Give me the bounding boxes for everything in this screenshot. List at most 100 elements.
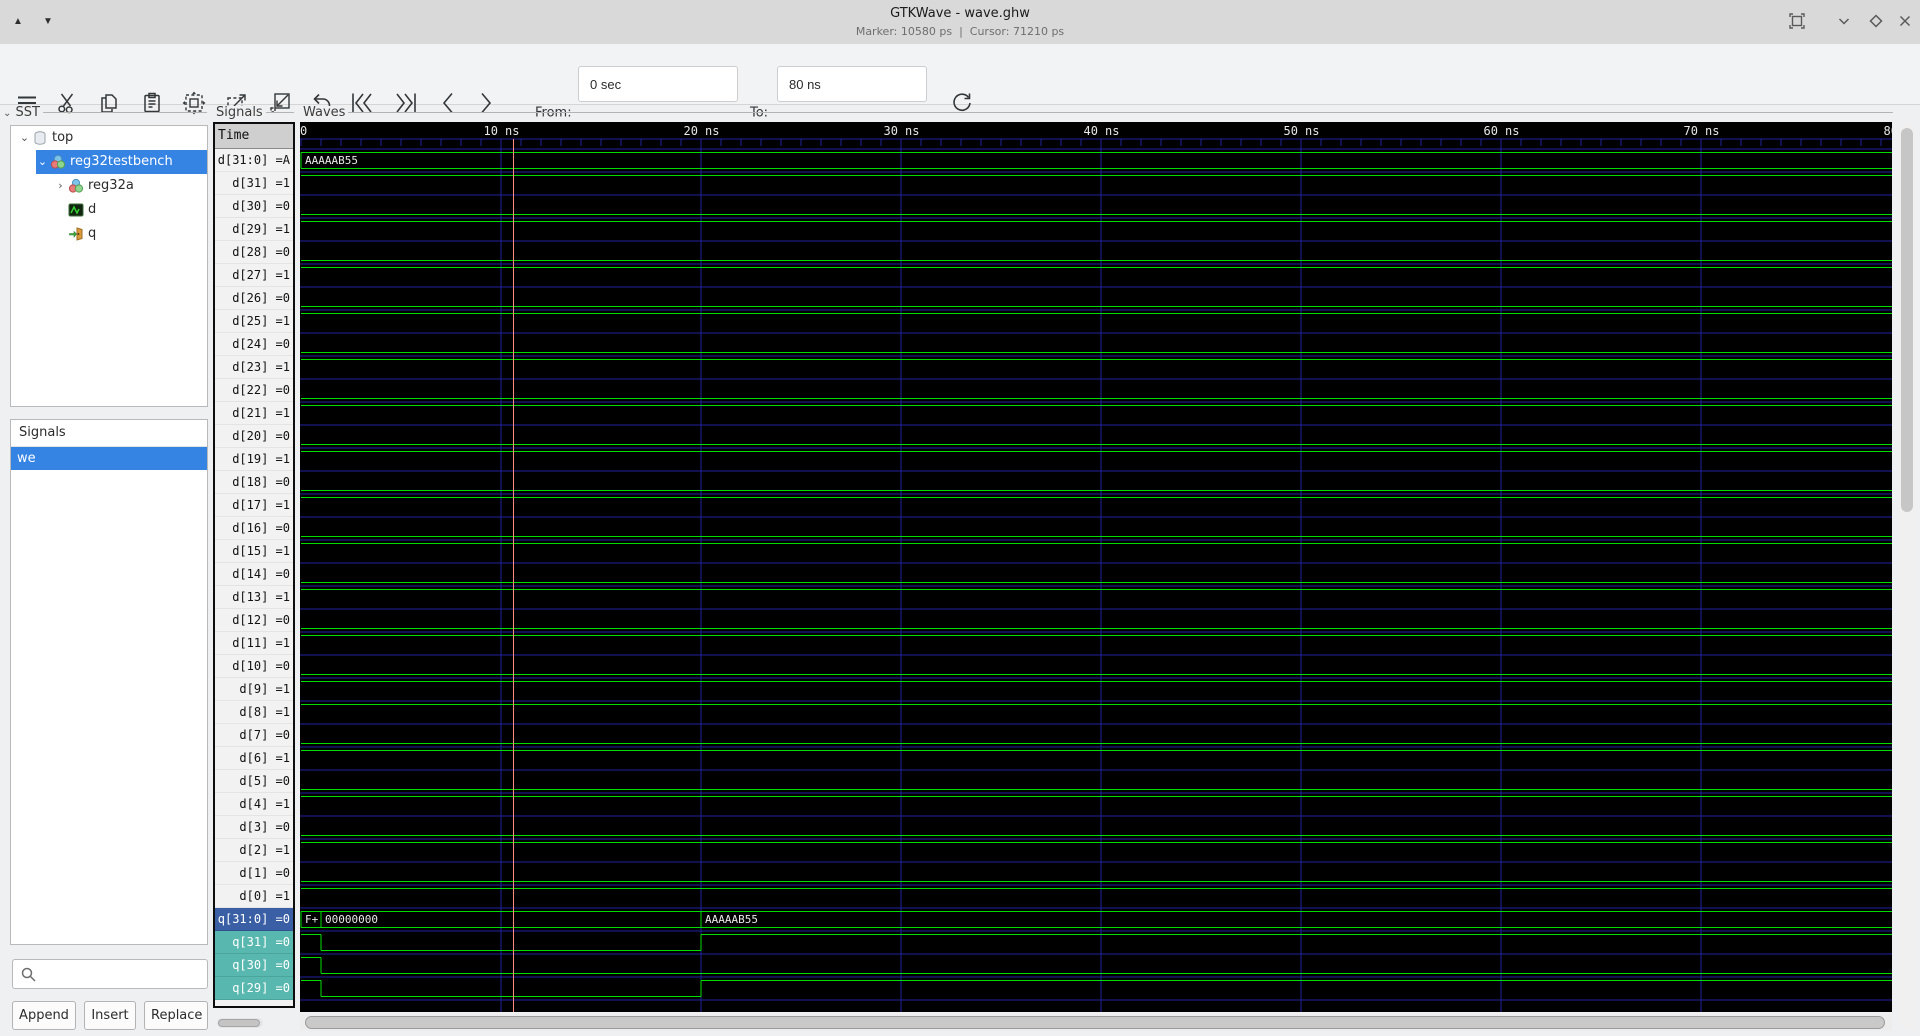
wave-hscrollbar-thumb[interactable] xyxy=(305,1016,1885,1029)
output-port-icon xyxy=(69,227,83,241)
from-field[interactable] xyxy=(578,66,738,102)
signal-name-row[interactable]: d[2] =1 xyxy=(215,839,293,862)
svg-text:ns: ns xyxy=(1305,124,1319,138)
svg-text:AAAAAB55: AAAAAB55 xyxy=(705,913,758,926)
signal-name-row[interactable]: d[1] =0 xyxy=(215,862,293,885)
waves-frame-line xyxy=(300,112,1893,113)
signal-name-row[interactable]: d[30] =0 xyxy=(215,195,293,218)
tree-item-d[interactable]: d xyxy=(11,198,207,222)
keep-above-icon xyxy=(1789,13,1805,29)
database-icon xyxy=(34,131,46,145)
maximize-button[interactable] xyxy=(1861,8,1889,34)
minimize-button[interactable] xyxy=(1829,8,1857,34)
wave-vscrollbar-thumb[interactable] xyxy=(1901,128,1913,512)
signal-name-row[interactable]: d[22] =0 xyxy=(215,379,293,402)
to-field[interactable] xyxy=(777,66,927,102)
facility-list-panel: Signals we xyxy=(10,419,208,945)
signal-name-row[interactable]: d[23] =1 xyxy=(215,356,293,379)
signal-name-row[interactable]: d[25] =1 xyxy=(215,310,293,333)
signal-name-row[interactable]: d[21] =1 xyxy=(215,402,293,425)
waves-frame-label: Waves xyxy=(300,106,349,120)
expander-icon[interactable]: ⌄ xyxy=(17,126,32,150)
svg-text:ns: ns xyxy=(505,124,519,138)
signal-name-row[interactable]: d[12] =0 xyxy=(215,609,293,632)
signal-name-row[interactable]: d[5] =0 xyxy=(215,770,293,793)
svg-text:10: 10 xyxy=(484,124,498,138)
signal-name-row[interactable]: q[29] =0 xyxy=(215,977,293,1000)
reload-button[interactable] xyxy=(943,84,981,122)
signal-name-row[interactable]: q[31:0] =0 xyxy=(215,908,293,931)
facility-item-we[interactable]: we xyxy=(11,447,207,470)
signal-name-row[interactable]: d[0] =1 xyxy=(215,885,293,908)
signal-name-row[interactable]: d[14] =0 xyxy=(215,563,293,586)
toolbar: From: To: xyxy=(0,44,1920,121)
zoom-out-button[interactable] xyxy=(261,84,299,122)
marker-status: Marker: 10580 ps xyxy=(855,25,953,38)
signal-name-row[interactable]: d[8] =1 xyxy=(215,701,293,724)
signal-name-row[interactable]: d[4] =1 xyxy=(215,793,293,816)
names-hscrollbar[interactable] xyxy=(217,1018,263,1028)
wave-vscrollbar[interactable] xyxy=(1898,122,1916,1031)
module-icon xyxy=(50,154,66,169)
svg-text:ns: ns xyxy=(1105,124,1119,138)
signal-name-row[interactable]: d[24] =0 xyxy=(215,333,293,356)
signal-name-row[interactable]: d[20] =0 xyxy=(215,425,293,448)
paste-button[interactable] xyxy=(133,84,171,122)
signal-name-row[interactable]: d[10] =0 xyxy=(215,655,293,678)
shift-right-button[interactable] xyxy=(466,84,504,122)
wave-hscrollbar[interactable] xyxy=(300,1014,1892,1031)
signal-name-row[interactable]: d[26] =0 xyxy=(215,287,293,310)
signal-name-row[interactable]: d[28] =0 xyxy=(215,241,293,264)
tree-item-reg32testbench[interactable]: ⌄ reg32testbench xyxy=(11,150,207,174)
search-input[interactable] xyxy=(41,961,205,989)
signal-name-row[interactable]: d[13] =1 xyxy=(215,586,293,609)
close-button[interactable] xyxy=(1890,8,1918,34)
tree-item-top[interactable]: ⌄ top xyxy=(11,126,207,150)
zoom-fit-button[interactable] xyxy=(175,84,213,122)
signal-name-row[interactable]: d[18] =0 xyxy=(215,471,293,494)
wave-canvas[interactable]: 010ns20ns30ns40ns50ns60ns70ns80nsAAAAAB5… xyxy=(300,122,1892,1012)
signal-name-row[interactable]: q[31] =0 xyxy=(215,931,293,954)
expander-icon[interactable]: ⌄ xyxy=(35,150,50,174)
svg-text:50: 50 xyxy=(1284,124,1298,138)
zoom-to-end-button[interactable] xyxy=(386,84,424,122)
shift-left-button[interactable] xyxy=(430,84,468,122)
signal-name-row[interactable]: d[16] =0 xyxy=(215,517,293,540)
expander-icon[interactable]: › xyxy=(53,174,68,198)
signal-name-row[interactable]: d[9] =1 xyxy=(215,678,293,701)
svg-text:0: 0 xyxy=(300,124,307,138)
status-separator: | xyxy=(959,25,963,38)
signal-name-row[interactable]: d[11] =1 xyxy=(215,632,293,655)
signal-name-row[interactable]: d[6] =1 xyxy=(215,747,293,770)
signal-name-row[interactable]: d[29] =1 xyxy=(215,218,293,241)
tree-item-q[interactable]: q xyxy=(11,222,207,246)
signal-name-row[interactable]: d[7] =0 xyxy=(215,724,293,747)
signal-name-row[interactable]: d[27] =1 xyxy=(215,264,293,287)
tree-item-reg32a[interactable]: › reg32a xyxy=(11,174,207,198)
cut-button[interactable] xyxy=(48,84,86,122)
signal-name-row[interactable]: d[15] =1 xyxy=(215,540,293,563)
svg-text:20: 20 xyxy=(684,124,698,138)
module-icon xyxy=(68,178,84,193)
from-label: From: xyxy=(535,105,572,121)
append-button[interactable]: Append xyxy=(12,1001,76,1030)
window-subtitle: Marker: 10580 ps | Cursor: 71210 ps xyxy=(0,25,1920,38)
keep-above-button[interactable] xyxy=(1782,8,1810,34)
time-header: Time xyxy=(215,124,293,149)
copy-button[interactable] xyxy=(90,84,128,122)
close-icon xyxy=(1899,15,1911,27)
minimize-icon xyxy=(1838,18,1850,25)
zoom-to-start-button[interactable] xyxy=(344,84,382,122)
signal-name-row[interactable]: d[17] =1 xyxy=(215,494,293,517)
signal-names-panel: Time d[31:0] =A d[31] =1 d[30] =0 d[29] =1 d… xyxy=(213,122,295,1008)
tree-item-label: top xyxy=(52,130,74,145)
insert-button[interactable]: Insert xyxy=(84,1001,136,1030)
signal-name-row[interactable]: d[19] =1 xyxy=(215,448,293,471)
signal-name-row[interactable]: q[30] =0 xyxy=(215,954,293,977)
replace-button[interactable]: Replace xyxy=(144,1001,208,1030)
signal-name-row[interactable]: d[31] =1 xyxy=(215,172,293,195)
signal-name-row[interactable]: d[31:0] =A xyxy=(215,149,293,172)
tree-item-label: reg32testbench xyxy=(70,154,173,169)
names-hscrollbar-thumb[interactable] xyxy=(218,1019,260,1027)
signal-name-row[interactable]: d[3] =0 xyxy=(215,816,293,839)
